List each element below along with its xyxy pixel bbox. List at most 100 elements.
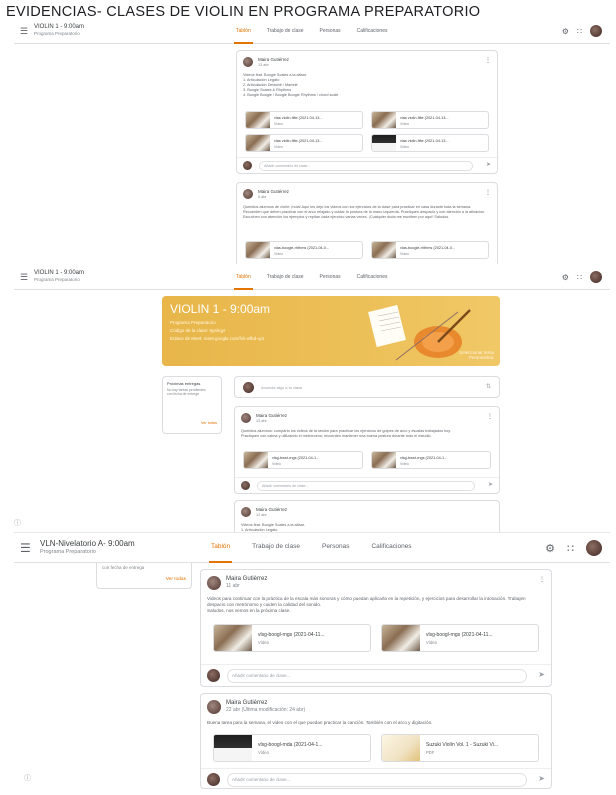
tab-people[interactable]: Personas <box>318 266 343 290</box>
post-date: 12 abr <box>256 513 267 517</box>
video-thumbnail <box>372 242 396 258</box>
avatar[interactable] <box>590 25 602 37</box>
banner-subtitle: Programa Preparatorio <box>170 320 216 325</box>
tab-grades[interactable]: Calificaciones <box>369 533 413 563</box>
post-text: Queridos alumnos de violín: ¡hola! Aquí … <box>243 205 486 219</box>
attachment-card[interactable]: vlsg-bwst-rngs (2021-04-1... Vídeo <box>243 451 363 469</box>
tab-stream[interactable]: Tablón <box>234 266 253 290</box>
class-title[interactable]: VIOLIN 1 - 9:00am <box>34 24 84 30</box>
comment-row: Añadir comentario de clase... ➤ <box>201 664 551 686</box>
attachment-type: Vídeo <box>426 640 437 645</box>
top-bar-icons: ⚙ ∷ <box>562 25 602 37</box>
stream-post: Maira Gutiérrez 12 abr Videos feat. Boog… <box>234 500 500 532</box>
comment-row: Añadir comentario de clase... ➤ <box>201 768 551 788</box>
stream-post: Maira Gutiérrez 13 abr ⋮ Queridos alumno… <box>234 406 500 494</box>
post-header: Maira Gutiérrez 5 abr <box>243 189 289 199</box>
comment-input[interactable]: Añadir comentario de clase... <box>259 161 473 171</box>
view-all-link[interactable]: Ver todas <box>201 421 217 425</box>
announce-box[interactable]: Anuncia algo a tu clase ⇅ <box>234 376 500 398</box>
apps-icon[interactable]: ∷ <box>567 542 574 555</box>
avatar <box>243 161 252 170</box>
author-avatar <box>243 57 253 67</box>
send-icon[interactable]: ➤ <box>488 481 493 488</box>
attachment-type: Vídeo <box>272 462 281 466</box>
video-thumbnail <box>244 452 268 468</box>
post-date: 13 abr <box>258 63 269 67</box>
apps-icon[interactable]: ∷ <box>577 273 582 282</box>
attachment-card[interactable]: vlas violin-filte (2021-04-13... Vídeo <box>371 111 489 129</box>
kebab-icon[interactable]: ⋮ <box>487 413 493 420</box>
tab-people[interactable]: Personas <box>318 20 343 44</box>
video-thumbnail <box>246 135 270 151</box>
attachment-title: vlsg-bwst-rngs (2021-04-1... <box>272 456 320 460</box>
repost-icon[interactable]: ⇅ <box>486 383 491 390</box>
comment-input[interactable]: Añadir comentario de clase... <box>257 481 475 491</box>
attachment-type: Vídeo <box>400 462 409 466</box>
info-icon[interactable]: ⓘ <box>14 518 21 528</box>
kebab-icon[interactable]: ⋮ <box>539 576 545 583</box>
attachment-type: Vídeo <box>274 252 283 256</box>
attachment-card[interactable]: vlas violin-filte (2021-04-13... Vídeo <box>245 134 363 152</box>
video-thumbnail <box>372 135 396 151</box>
kebab-icon[interactable]: ⋮ <box>485 57 491 64</box>
post-header: Maira Gutiérrez 11 abr <box>207 576 267 590</box>
class-title[interactable]: VIOLIN 1 - 9:00am <box>34 270 84 276</box>
customize-link[interactable]: Seleccionar tema Personalizar <box>459 350 494 360</box>
stream-post: Maira Gutiérrez 13 abr ⋮ Videos feat. Bo… <box>236 50 498 174</box>
hamburger-icon[interactable]: ☰ <box>20 26 28 37</box>
gear-icon[interactable]: ⚙ <box>562 273 569 282</box>
upcoming-title: Próximas entregas <box>167 381 201 386</box>
attachment-card[interactable]: vlas-boogie-rhthms (2021-04-0... Vídeo <box>245 241 363 259</box>
view-all-link[interactable]: Ver todas <box>166 577 186 582</box>
avatar[interactable] <box>586 540 602 556</box>
document-title: EVIDENCIAS- CLASES DE VIOLIN EN PROGRAMA… <box>6 4 481 20</box>
attachment-card[interactable]: vlsg-bwst-rngs (2021-04-1... Vídeo <box>371 451 491 469</box>
upcoming-text: con fecha de entrega <box>102 565 145 570</box>
gear-icon[interactable]: ⚙ <box>545 542 555 555</box>
gear-icon[interactable]: ⚙ <box>562 27 569 36</box>
tab-classwork[interactable]: Trabajo de clase <box>265 266 306 290</box>
post-date: 22 abr (Última modificación: 24 abr) <box>226 707 306 713</box>
send-icon[interactable]: ➤ <box>486 161 491 168</box>
attachment-card[interactable]: vlsg-boogl-rngs (2021-04-11... Vídeo <box>213 624 371 652</box>
tab-classwork[interactable]: Trabajo de clase <box>250 533 302 563</box>
comment-input[interactable]: Añadir comentario de clase... <box>227 773 527 787</box>
attachment-card[interactable]: vlas-boogie-rhthms (2021-04-0... Vídeo <box>371 241 489 259</box>
hamburger-icon[interactable]: ☰ <box>20 272 28 283</box>
send-icon[interactable]: ➤ <box>538 670 545 679</box>
author-avatar <box>243 189 253 199</box>
post-date: 13 abr <box>256 419 267 423</box>
avatar <box>243 382 254 393</box>
tab-grades[interactable]: Calificaciones <box>355 20 390 44</box>
attachment-title: vlsg-boogl-rngs (2021-04-11... <box>258 632 325 638</box>
apps-icon[interactable]: ∷ <box>577 27 582 36</box>
hamburger-icon[interactable]: ☰ <box>20 541 31 555</box>
banner-meet-link[interactable]: Enlace de Meet: meet.google.com/fvk-wfbd… <box>170 336 264 341</box>
avatar <box>241 481 250 490</box>
attachment-card[interactable]: vlsg-boogl-rngs (2021-04-11... Vídeo <box>381 624 539 652</box>
send-icon[interactable]: ➤ <box>538 774 545 783</box>
tab-stream[interactable]: Tablón <box>234 20 253 44</box>
tab-classwork[interactable]: Trabajo de clase <box>265 20 306 44</box>
info-icon[interactable]: ⓘ <box>24 773 31 783</box>
kebab-icon[interactable]: ⋮ <box>485 189 491 196</box>
video-thumbnail <box>214 625 252 651</box>
attachment-type: PDF <box>426 750 435 755</box>
video-thumbnail <box>372 452 396 468</box>
attachment-card[interactable]: vlas violin-filte (2021-04-13... Vídeo <box>245 111 363 129</box>
attachment-title: vlas-boogie-rhthms (2021-04-0... <box>274 246 330 250</box>
tab-stream[interactable]: Tablón <box>209 533 233 563</box>
avatar[interactable] <box>590 271 602 283</box>
class-title[interactable]: VLN-Nivelatorio A- 9:00am <box>40 539 135 548</box>
attachment-card[interactable]: vlas violin-filte (2021-04-13... Vídeo <box>371 134 489 152</box>
post-text: Videos feat. Boogie Scales a la alfaar. … <box>243 73 339 97</box>
attachment-title: vlsg-boogl-rnda (2021-04-1... <box>258 742 323 748</box>
post-text: Buena tarea para la semana, el video con… <box>207 720 433 725</box>
attachment-card[interactable]: vlsg-boogl-rnda (2021-04-1... Vídeo <box>213 734 371 762</box>
announce-placeholder[interactable]: Anuncia algo a tu clase <box>261 385 302 390</box>
post-text: Queridos alumnos: compárto los videos de… <box>241 429 451 438</box>
comment-input[interactable]: Añadir comentario de clase... <box>227 669 527 683</box>
tab-grades[interactable]: Calificaciones <box>355 266 390 290</box>
tab-people[interactable]: Personas <box>320 533 351 563</box>
attachment-card[interactable]: Suzuki Violín Vol. 1 - Suzuki Vi... PDF <box>381 734 539 762</box>
